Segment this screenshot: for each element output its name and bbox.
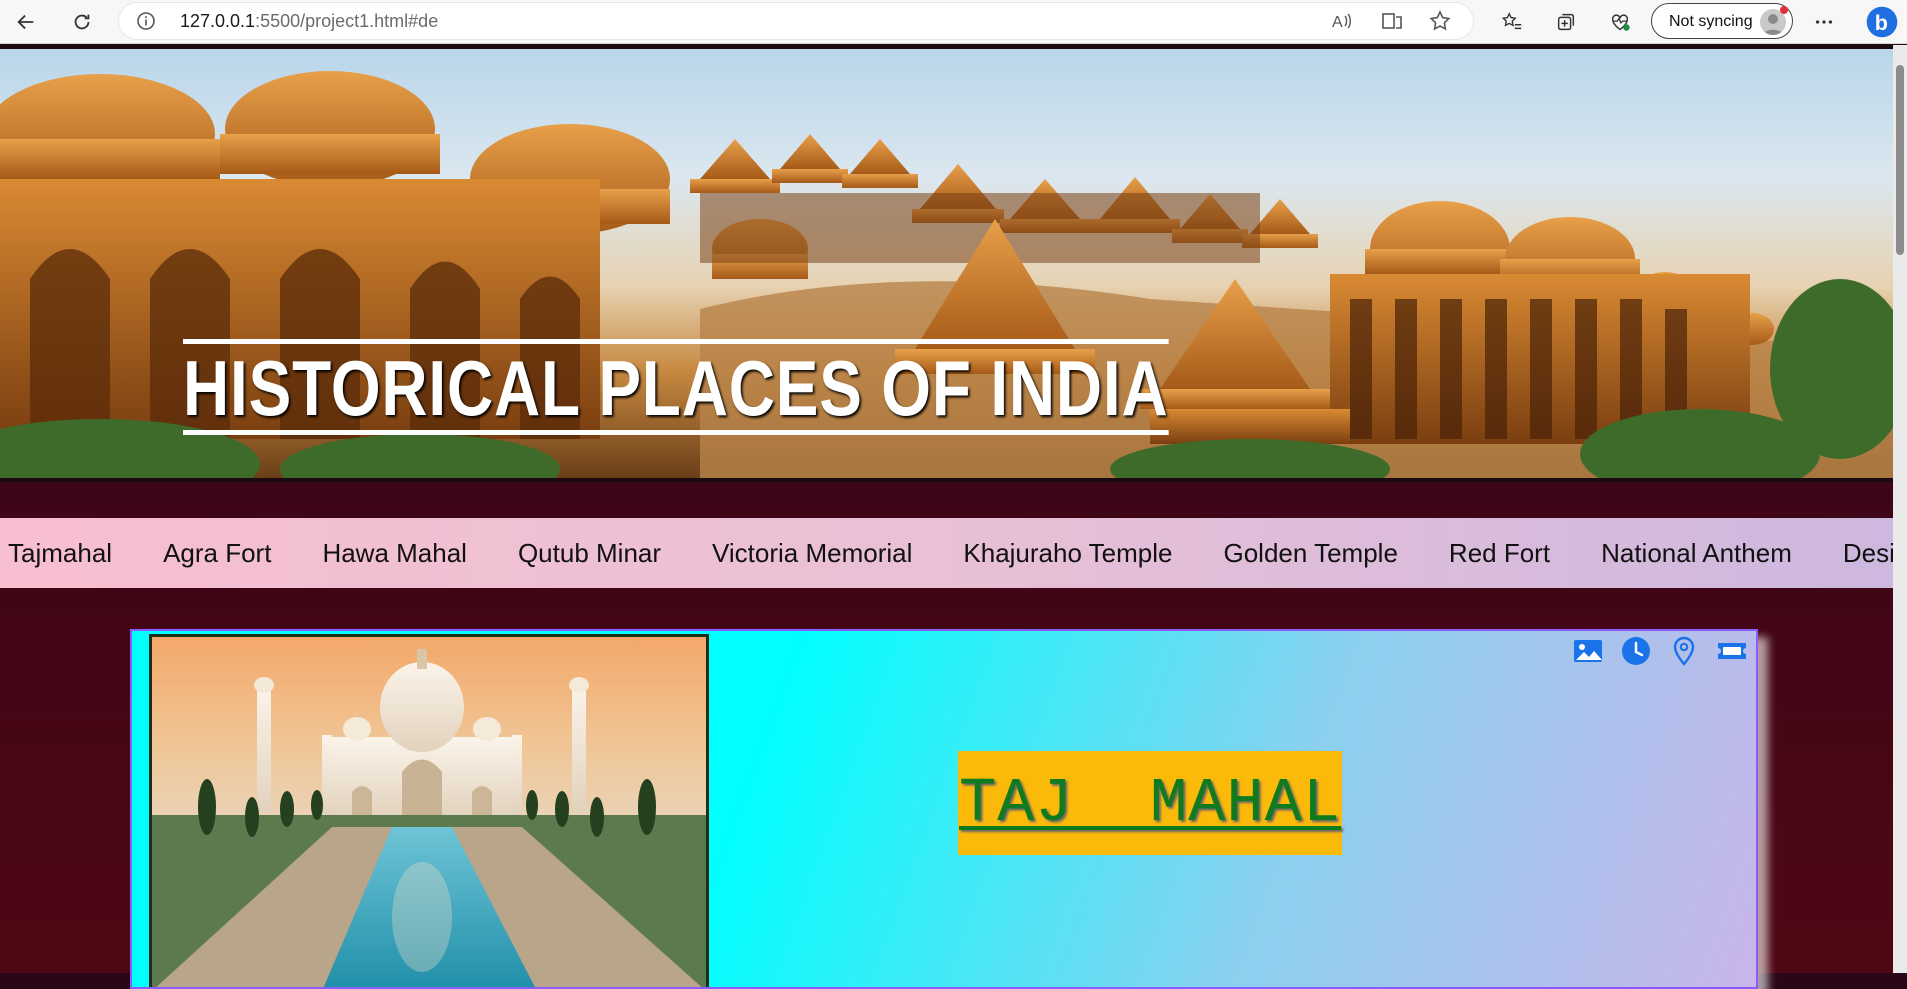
arrow-left-icon: [17, 14, 34, 30]
nav-link-tajmahal[interactable]: Tajmahal: [8, 538, 112, 569]
image-icon[interactable]: [1572, 635, 1604, 667]
nav-link-agra-fort[interactable]: Agra Fort: [163, 538, 271, 569]
refresh-button[interactable]: [66, 6, 98, 38]
nav-link-red-fort[interactable]: Red Fort: [1449, 538, 1550, 569]
browser-essentials-button[interactable]: [1604, 6, 1636, 38]
monument-title-box: TAJ MAHAL: [958, 751, 1342, 855]
collections-button[interactable]: [1550, 6, 1582, 38]
nav-link-qutub-minar[interactable]: Qutub Minar: [518, 538, 661, 569]
immersive-reader-icon[interactable]: [1380, 9, 1404, 33]
hero-banner: HISTORICAL PLACES OF INDIA: [0, 45, 1893, 482]
taj-mahal-photo: [149, 634, 709, 987]
favorites-list-icon: [1501, 12, 1522, 30]
svg-text:A: A: [1332, 14, 1343, 31]
settings-more-button[interactable]: [1808, 6, 1840, 38]
favorites-button[interactable]: [1496, 6, 1528, 38]
page-scrollbar[interactable]: [1893, 45, 1907, 973]
back-button[interactable]: [10, 6, 42, 38]
scrollbar-thumb[interactable]: [1896, 65, 1904, 255]
copilot-button[interactable]: b: [1862, 2, 1902, 42]
url-host: 127.0.0.1: [180, 11, 256, 31]
nav-link-khajuraho-temple[interactable]: Khajuraho Temple: [963, 538, 1172, 569]
browser-toolbar: 127.0.0.1:5500/project1.html#de A Not sy…: [0, 0, 1907, 44]
sync-status-label: Not syncing: [1669, 13, 1753, 30]
nav-link-victoria-memorial[interactable]: Victoria Memorial: [712, 538, 912, 569]
monument-title: TAJ MAHAL: [958, 767, 1342, 839]
clock-icon[interactable]: [1620, 635, 1652, 667]
address-bar[interactable]: 127.0.0.1:5500/project1.html#de A: [118, 2, 1474, 40]
nav-link-golden-temple[interactable]: Golden Temple: [1224, 538, 1398, 569]
page-body: HISTORICAL PLACES OF INDIA Tajmahal Agra…: [0, 45, 1907, 989]
bing-logo-icon: b: [1866, 6, 1898, 38]
nav-link-hawa-mahal[interactable]: Hawa Mahal: [322, 538, 467, 569]
url-text[interactable]: 127.0.0.1:5500/project1.html#de: [180, 11, 438, 32]
ticket-icon[interactable]: [1716, 635, 1748, 667]
collections-icon: [1557, 13, 1575, 31]
notification-dot: [1780, 6, 1788, 14]
monument-card: TAJ MAHAL: [130, 629, 1758, 989]
heart-pulse-icon: [1611, 14, 1630, 31]
read-aloud-icon[interactable]: A: [1330, 9, 1354, 33]
more-dots-icon: [1815, 20, 1833, 24]
info-icon[interactable]: [136, 11, 156, 31]
taj-mahal-illustration: [152, 649, 706, 987]
main-navigation: Tajmahal Agra Fort Hawa Mahal Qutub Mina…: [0, 518, 1907, 588]
favorite-star-icon[interactable]: [1428, 9, 1452, 33]
svg-text:b: b: [1875, 10, 1888, 35]
nav-link-national-anthem[interactable]: National Anthem: [1601, 538, 1792, 569]
url-path: :5500/project1.html#de: [255, 11, 439, 31]
refresh-icon: [74, 14, 90, 30]
page-title: HISTORICAL PLACES OF INDIA: [183, 339, 1169, 435]
profile-sync-button[interactable]: Not syncing: [1651, 3, 1793, 39]
card-action-icons: [1572, 635, 1748, 667]
location-icon[interactable]: [1668, 635, 1700, 667]
